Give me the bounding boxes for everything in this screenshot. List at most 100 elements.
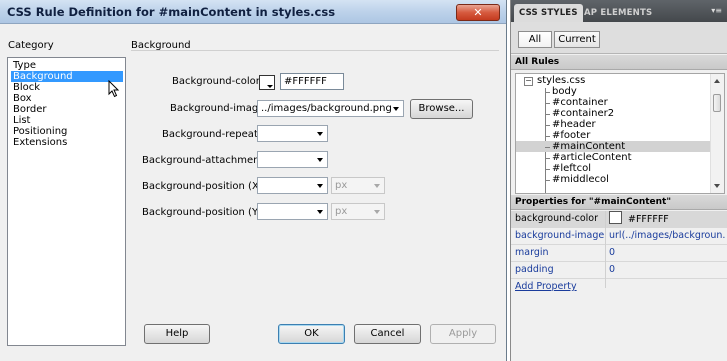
tree-connector [545,169,550,170]
unit-x-value: px [335,180,348,191]
tree-rule-footer[interactable]: #footer [516,130,711,141]
bg-color-input[interactable]: #FFFFFF [280,73,344,90]
scroll-down-icon[interactable] [714,184,720,188]
category-item-extensions[interactable]: Extensions [11,137,69,148]
browse-button[interactable]: Browse... [410,99,473,119]
tab-css-styles[interactable]: CSS STYLES [514,4,583,22]
bg-position-y-unit-select: px [331,203,385,220]
tree-rule-container2[interactable]: #container2 [516,108,711,119]
rule-label: #mainContent [552,141,626,152]
rule-label: #container [552,97,608,108]
tree-rule-middlecol[interactable]: #middlecol [516,174,711,185]
category-list[interactable]: Type Background Block Box Border List Po… [7,57,126,346]
tree-rule-container[interactable]: #container [516,97,711,108]
chevron-down-icon [374,210,380,214]
chevron-down-icon [317,184,323,188]
rule-label: #container2 [552,108,615,119]
close-button[interactable]: ✕ [456,4,500,21]
rules-tree[interactable]: − styles.css body #container #container2… [515,73,725,194]
category-heading: Category [8,40,54,51]
bg-position-x-select[interactable] [257,177,328,194]
property-value[interactable]: 0 [609,245,726,261]
apply-button: Apply [430,324,496,344]
category-item-background[interactable]: Background [11,71,123,82]
current-mode-button[interactable]: Current [554,31,600,48]
ok-button[interactable]: OK [278,324,345,344]
tree-scrollbar[interactable] [710,74,724,193]
category-item-positioning[interactable]: Positioning [11,126,69,137]
tab-ap-elements[interactable]: AP ELEMENTS [579,4,657,22]
tree-connector [545,158,550,159]
category-item-type[interactable]: Type [11,60,38,71]
property-row-background-image[interactable]: background-image url(../images/backgroun… [511,228,727,245]
bg-position-y-label: Background-position (Y): [142,207,266,218]
dialog-title: CSS Rule Definition for #mainContent in … [7,5,336,19]
tree-connector [545,180,550,181]
rule-label: #articleContent [552,152,632,163]
cancel-button[interactable]: Cancel [354,324,421,344]
bg-attachment-select[interactable] [257,151,328,168]
chevron-down-icon [317,210,323,214]
rule-label: body [552,86,577,97]
collapse-icon[interactable]: − [524,77,533,86]
panel-toolbar: All Current [511,22,727,54]
chevron-down-icon [317,132,323,136]
chevron-down-icon [317,158,323,162]
scrollbar-thumb[interactable] [713,94,721,112]
panel-options-menu-icon[interactable]: ▾≡ [711,6,722,15]
category-item-border[interactable]: Border [11,104,49,115]
mouse-pointer-icon [108,80,120,98]
property-row-background-color[interactable]: background-color #FFFFFF [511,211,727,228]
dialog-titlebar[interactable]: CSS Rule Definition for #mainContent in … [0,0,506,24]
panel-tab-bar: CSS STYLES AP ELEMENTS ▾≡ [511,0,727,22]
bg-position-y-select[interactable] [257,203,328,220]
all-rules-header[interactable]: All Rules [511,55,727,70]
bg-position-x-label: Background-position (X): [142,181,267,192]
property-row-padding[interactable]: padding 0 [511,262,727,279]
rule-label: #header [552,119,596,130]
bg-color-label: Background-color: [172,76,264,87]
all-mode-button[interactable]: All [518,31,552,48]
property-name[interactable]: padding [515,262,554,278]
tree-connector [545,92,550,93]
rule-label: #footer [552,130,591,141]
tree-connector [545,136,550,137]
bg-position-x-unit-select: px [331,177,385,194]
property-value[interactable]: #FFFFFF [609,211,726,228]
tree-rule-body[interactable]: body [516,86,711,97]
tree-connector [545,125,550,126]
css-styles-panel: CSS STYLES AP ELEMENTS ▾≡ All Current Al… [510,0,727,361]
add-property-link[interactable]: Add Property [515,279,577,295]
property-value[interactable]: url(../images/backgroun... [609,228,726,244]
property-value-text: #FFFFFF [628,214,669,225]
tree-root-stylesheet[interactable]: styles.css [537,75,585,86]
category-item-block[interactable]: Block [11,82,42,93]
property-name[interactable]: background-image [515,228,604,244]
help-button[interactable]: Help [144,324,210,344]
tree-rule-maincontent[interactable]: #mainContent [516,141,711,152]
section-divider [131,50,499,51]
tree-connector [545,114,550,115]
bg-image-select[interactable]: ../images/background.png [257,100,404,117]
rule-label: #middlecol [552,174,609,185]
property-name[interactable]: margin [515,245,549,261]
color-picker-swatch[interactable] [259,75,275,90]
scroll-up-icon[interactable] [714,79,720,83]
css-rule-definition-dialog: CSS Rule Definition for #mainContent in … [0,0,507,361]
bg-repeat-select[interactable] [257,125,328,142]
property-row-margin[interactable]: margin 0 [511,245,727,262]
chevron-down-icon [374,184,380,188]
property-name[interactable]: background-color [515,211,598,227]
tree-rule-articlecontent[interactable]: #articleContent [516,152,711,163]
unit-y-value: px [335,206,348,217]
tree-rule-header[interactable]: #header [516,119,711,130]
property-row-add[interactable]: Add Property [511,279,727,296]
properties-header: Properties for "#mainContent" [511,195,727,210]
color-swatch[interactable] [609,211,622,224]
property-value[interactable]: 0 [609,262,726,278]
tree-connector [545,103,550,104]
column-divider [605,211,606,288]
category-item-box[interactable]: Box [11,93,34,104]
category-item-list[interactable]: List [11,115,32,126]
tree-rule-leftcol[interactable]: #leftcol [516,163,711,174]
